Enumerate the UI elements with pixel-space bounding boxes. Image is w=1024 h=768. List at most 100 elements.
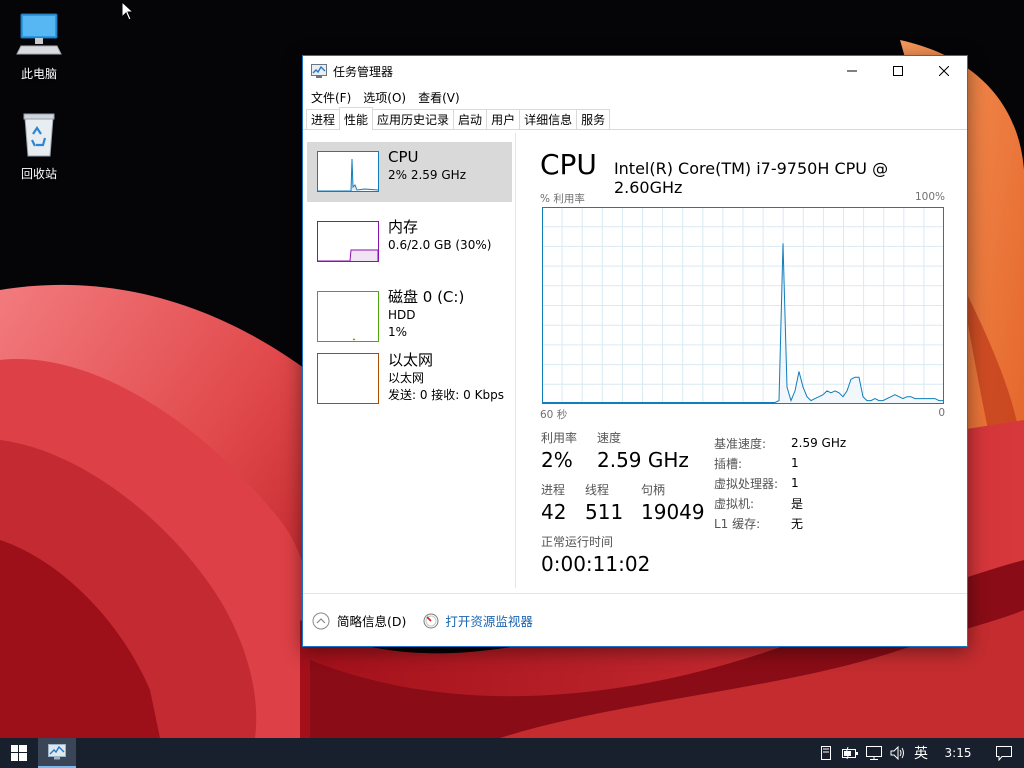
tray-battery-icon[interactable] [838,738,862,768]
ime-indicator[interactable]: 英 [910,743,932,763]
close-button[interactable] [921,56,967,86]
cpu-spec-table: 基准速度: 2.59 GHz 插槽: 1 虚拟处理器: 1 虚拟机: 是 L1 缓存: 无 [714,433,846,533]
stat-label: 进程 [541,483,566,497]
resource-name: 磁盘 0 (C:) [388,288,465,306]
resource-detail: HDD [388,308,416,322]
spec-value: 1 [791,476,799,490]
open-resource-monitor-link[interactable]: 打开资源监视器 [423,611,533,630]
stat-label: 线程 [585,483,610,497]
tab-app-history[interactable]: 应用历史记录 [372,109,455,129]
tab-services[interactable]: 服务 [576,109,611,129]
notification-icon [996,745,1012,761]
stat-utilization: 利用率 2% [541,429,577,472]
windows-logo-icon [11,745,27,761]
taskbar-app-task-manager[interactable] [38,738,76,768]
resource-item-disk[interactable]: 磁盘 0 (C:) HDD 1% [307,282,512,342]
spec-key: 插槽: [714,456,743,471]
taskbar-clock[interactable]: 3:15 [932,746,984,760]
spec-row: 基准速度: 2.59 GHz [714,433,846,453]
memory-thumbnail-graph [317,221,379,262]
stat-label: 正常运行时间 [541,535,614,549]
graph-y-max-label: 100% [914,191,945,203]
stat-value: 19049 [641,500,705,524]
resource-detail: 1% [388,325,408,339]
network-icon [866,746,882,760]
taskbar: 英 3:15 [0,738,1024,768]
tray-tablet-icon[interactable] [814,738,838,768]
resource-name: 内存 [388,218,419,236]
maximize-icon [893,66,903,76]
speaker-icon [890,746,904,760]
tab-performance[interactable]: 性能 [339,107,374,130]
tablet-icon [821,746,831,760]
resource-list: CPU 2% 2.59 GHz 内存 0.6/2.0 GB (30%) 磁盘 0… [307,142,512,422]
tray-network-icon[interactable] [862,738,886,768]
desktop-icon-label: 此电脑 [20,67,57,81]
fewer-details-button[interactable]: 简略信息(D) [312,611,406,630]
window-footer: 简略信息(D) 打开资源监视器 [303,593,967,647]
chevron-up-circle-icon [312,612,330,629]
stat-value: 2.59 GHz [597,448,689,472]
spec-row: 插槽: 1 [714,453,846,473]
ethernet-thumbnail-graph [317,353,379,404]
resource-item-ethernet[interactable]: 以太网 以太网 发送: 0 接收: 0 Kbps [307,351,512,412]
tab-details[interactable]: 详细信息 [519,109,578,129]
spec-value: 2.59 GHz [791,436,847,450]
open-resource-monitor-label: 打开资源监视器 [445,614,533,629]
task-manager-window: 任务管理器 文件(F) 选项(O) 查看(V) 进程 性能 应用历史记录 启动 … [302,55,968,647]
stat-label: 速度 [597,431,622,445]
recycle-bin-icon [23,113,55,157]
tab-startup[interactable]: 启动 [453,109,488,129]
desktop-icon-this-pc[interactable]: 此电脑 [1,10,77,82]
spec-key: 虚拟处理器: [714,476,779,491]
stat-threads: 线程 511 [585,481,623,524]
graph-y-label: % 利用率 [540,193,585,205]
cpu-thumbnail-graph [317,151,379,192]
computer-icon [16,13,62,55]
resource-detail: 以太网 [388,371,425,385]
task-manager-icon [48,744,66,760]
stat-uptime: 正常运行时间 0:00:11:02 [541,533,650,576]
spec-value: 1 [791,456,799,470]
graph-x-start-label: 60 秒 [540,409,568,421]
menu-file[interactable]: 文件(F) [305,89,357,106]
spec-key: 基准速度: [714,436,767,451]
task-manager-icon [311,64,327,78]
tab-users[interactable]: 用户 [486,109,521,129]
maximize-button[interactable] [875,56,921,86]
stat-value: 511 [585,500,624,524]
resource-monitor-icon [423,613,439,628]
spec-key: L1 缓存: [714,516,761,531]
start-button[interactable] [0,738,38,768]
cpu-heading: CPU [540,148,597,181]
system-tray: 英 3:15 [814,738,1024,768]
stat-processes: 进程 42 [541,481,566,524]
resource-name: CPU [388,148,419,166]
spec-row: 虚拟机: 是 [714,493,846,513]
title-bar[interactable]: 任务管理器 [303,56,967,86]
performance-panel: CPU 2% 2.59 GHz 内存 0.6/2.0 GB (30%) 磁盘 0… [303,133,967,593]
tray-volume-icon[interactable] [886,738,910,768]
resource-detail: 2% 2.59 GHz [388,168,467,182]
resource-detail: 发送: 0 接收: 0 Kbps [388,388,504,402]
resource-detail: 0.6/2.0 GB (30%) [388,238,492,252]
menu-view[interactable]: 查看(V) [412,89,466,106]
resource-item-cpu[interactable]: CPU 2% 2.59 GHz [307,142,512,202]
tab-strip: 进程 性能 应用历史记录 启动 用户 详细信息 服务 [303,107,967,130]
battery-icon [842,747,858,759]
stat-value: 42 [541,500,567,524]
desktop-icon-recycle-bin[interactable]: 回收站 [1,110,77,182]
spec-row: 虚拟处理器: 1 [714,473,846,493]
spec-row: L1 缓存: 无 [714,513,846,533]
menu-bar: 文件(F) 选项(O) 查看(V) [303,86,967,108]
mouse-cursor-icon [121,1,135,21]
minimize-button[interactable] [829,56,875,86]
action-center-button[interactable] [984,738,1024,768]
close-icon [939,66,949,76]
tab-processes[interactable]: 进程 [306,109,341,129]
minimize-icon [847,70,857,72]
stat-handles: 句柄 19049 [641,481,705,524]
resource-item-memory[interactable]: 内存 0.6/2.0 GB (30%) [307,212,512,272]
menu-options[interactable]: 选项(O) [357,89,412,106]
spec-value: 是 [791,496,804,511]
